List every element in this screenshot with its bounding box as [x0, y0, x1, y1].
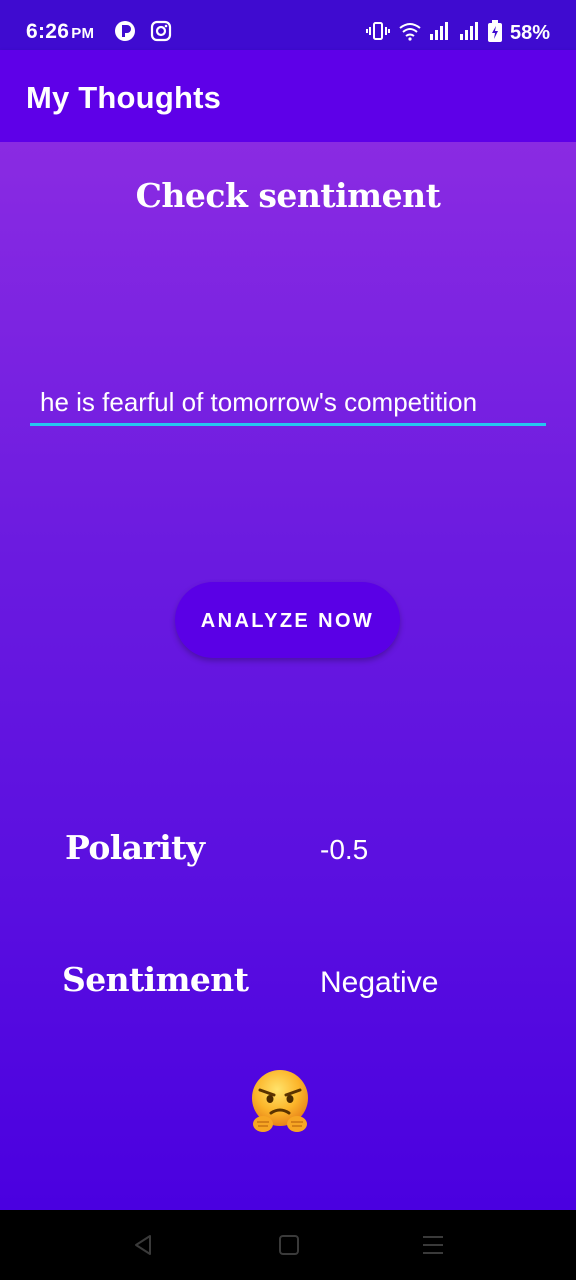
signal-icon [429, 21, 452, 46]
back-icon[interactable] [130, 1232, 156, 1258]
thought-input-wrapper [30, 382, 546, 428]
polarity-label: Polarity [65, 828, 205, 867]
sentiment-label: Sentiment [62, 960, 249, 999]
thought-input[interactable] [30, 382, 546, 426]
app-bar: My Thoughts [0, 50, 576, 142]
vibrate-icon [365, 21, 390, 46]
wifi-icon [398, 21, 422, 46]
instagram-icon [150, 20, 172, 47]
notification-app-icon [114, 20, 136, 47]
signal-icon-2 [459, 21, 480, 46]
status-time: 6:26 PM [26, 20, 94, 44]
app-title: My Thoughts [26, 80, 222, 115]
home-icon[interactable] [276, 1232, 302, 1258]
analyze-now-button[interactable]: ANALYZE NOW [175, 582, 400, 658]
page-heading: Check sentiment [135, 176, 441, 215]
status-time-value: 6:26 [26, 20, 70, 43]
battery-icon [487, 20, 502, 47]
status-notification-icons [114, 20, 172, 47]
menu-icon[interactable] [420, 1232, 446, 1258]
status-time-ampm: PM [71, 25, 95, 42]
battery-percentage: 58% [509, 22, 550, 44]
system-nav-bar [0, 1210, 576, 1280]
polarity-value: -0.5 [320, 834, 369, 865]
sentiment-value: Negative [320, 966, 439, 999]
angry-face-emoji-icon [246, 1068, 314, 1136]
main-content: Check sentiment ANALYZE NOW Polarity -0.… [0, 142, 576, 1210]
status-system-icons: 58% [365, 20, 550, 47]
